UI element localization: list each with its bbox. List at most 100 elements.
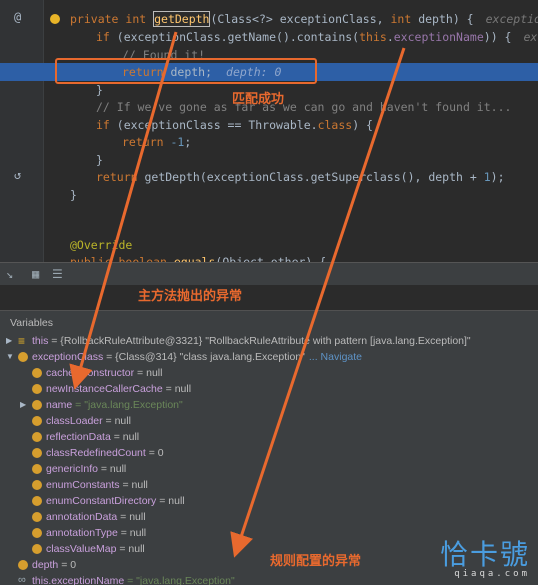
code-token: 1 [483,170,491,184]
variable-name: this [32,335,49,347]
code-text: // If we've gone as far as we can go and… [96,98,511,116]
code-token: } [96,83,103,97]
code-token: } [70,188,77,202]
variable-value: = null [102,415,131,427]
code-token: . [386,30,394,44]
navigate-link[interactable]: ... Navigate [309,351,362,363]
variable-row[interactable]: ▶ name = "java.lang.Exception" [0,397,538,413]
variable-text: cachedConstructor = null [46,365,162,381]
variable-row[interactable]: ∞ this.exceptionName = "java.lang.Excepti… [0,573,538,585]
code-token: -1 [170,135,185,149]
field-icon [32,416,42,426]
variable-value: = null [97,463,127,475]
variable-row[interactable]: genericInfo = null [0,461,538,477]
field-icon [32,432,42,442]
threads-icon[interactable]: ☰ [52,267,63,281]
step-into-icon[interactable]: ↘ [6,267,13,281]
code-line-if1[interactable]: if (exceptionClass.getName().contains(th… [0,28,538,46]
code-token: // If we've gone as far as we can go and… [96,100,512,114]
variable-value: = null [119,479,148,491]
code-line-ret2[interactable]: return -1; [0,133,538,151]
variable-name: annotationType [46,527,118,539]
code-token: } [96,153,103,167]
code-token: return [122,65,171,79]
code-line-close2[interactable]: } [0,151,538,169]
code-line-ret3[interactable]: return getDepth(exceptionClass.getSuperc… [0,168,538,186]
code-line-sig[interactable]: private int getDepth(Class<?> exceptionC… [0,10,538,28]
variable-text: annotationData = null [46,509,146,525]
field-icon [32,464,42,474]
code-line-cm2[interactable]: // If we've gone as far as we can go and… [0,98,538,116]
code-text: } [70,186,77,204]
code-token: equals [173,255,216,262]
variable-row[interactable]: classValueMap = null [0,541,538,557]
code-line-if2[interactable]: if (exceptionClass == Throwable.class) { [0,116,538,134]
field-icon [32,544,42,554]
debugger-toolbar: ↘ ▦ ☰ [0,262,538,286]
variable-name: classValueMap [46,543,117,555]
variable-text: classRedefinedCount = 0 [46,445,164,461]
code-token: (exceptionClass == Throwable. [116,118,318,132]
variable-text: this = {RollbackRuleAttribute@3321} "Rol… [32,333,471,349]
code-text: return depth; depth: 0 [122,63,281,81]
variable-row[interactable]: classRedefinedCount = 0 [0,445,538,461]
field-icon [32,400,42,410]
code-token: if [96,118,117,132]
variable-value: = null [117,511,146,523]
field-icon [18,352,28,362]
variables-panel[interactable]: Variables ▶ this = {RollbackRuleAttribute… [0,310,538,585]
field-icon [32,496,42,506]
variable-value: = null [110,431,140,443]
variable-name: annotationData [46,511,118,523]
code-token: )) { [483,30,512,44]
variable-row[interactable]: ▶ this = {RollbackRuleAttribute@3321} "Ro… [0,333,538,349]
code-token: (exceptionClass.getName().contains( [116,30,360,44]
variable-value: = null [117,527,147,539]
field-icon [32,384,42,394]
code-text: if (exceptionClass == Throwable.class) { [96,116,373,134]
code-editor[interactable]: @ ↺ private int getDepth(Class<?> except… [0,0,538,262]
variable-name: name [46,399,73,411]
variable-row[interactable]: reflectionData = null [0,429,538,445]
code-text: // Found it! [122,46,205,64]
variable-text: enumConstants = null [46,477,148,493]
expand-arrow-icon[interactable]: ▶ [20,397,30,413]
variable-row[interactable]: enumConstants = null [0,477,538,493]
variable-value: = "java.lang.Exception" [124,575,235,585]
code-token: ); [490,170,505,184]
code-line-close1[interactable]: } [0,81,538,99]
code-line-close3[interactable]: } [0,186,538,204]
collapse-arrow-icon[interactable]: ▼ [6,349,16,365]
code-line-eq[interactable]: public boolean equals(Object other) { [0,253,538,262]
debugger-subheader [0,286,538,310]
code-line-ann[interactable]: @Override [0,236,538,254]
variable-row[interactable]: classLoader = null [0,413,538,429]
variable-text: classLoader = null [46,413,131,429]
variable-text: annotationType = null [46,525,146,541]
parameter-hint: exceptionClass [485,12,538,26]
expand-arrow-icon[interactable]: ▶ [6,333,16,349]
variable-row[interactable]: depth = 0 [0,557,538,573]
variable-text: depth = 0 [32,557,76,573]
field-icon [18,560,28,570]
variable-text: enumConstantDirectory = null [46,493,185,509]
code-token: if [96,30,117,44]
variable-name: reflectionData [46,431,111,443]
variable-row[interactable]: annotationType = null [0,525,538,541]
code-token: depth; [170,65,213,79]
variable-name: cachedConstructor [46,367,135,379]
variable-row[interactable]: ▼ exceptionClass = {Class@314} "class jav… [0,349,538,365]
variables-header: Variables [10,317,53,329]
variable-text: genericInfo = null [46,461,126,477]
variable-row[interactable]: annotationData = null [0,509,538,525]
variable-row[interactable]: cachedConstructor = null [0,365,538,381]
field-icon [32,512,42,522]
variable-row[interactable]: newInstanceCallerCache = null [0,381,538,397]
variable-name: this.exceptionName [32,575,125,585]
code-line-cm1[interactable]: // Found it! [0,46,538,64]
code-line-ret1[interactable]: return depth; depth: 0 [0,63,538,81]
variable-text: exceptionClass = {Class@314} "class java… [32,349,362,365]
variable-row[interactable]: enumConstantDirectory = null [0,493,538,509]
code-token: (Class<?> exceptionClass, [210,12,391,26]
frames-icon[interactable]: ▦ [32,267,39,281]
